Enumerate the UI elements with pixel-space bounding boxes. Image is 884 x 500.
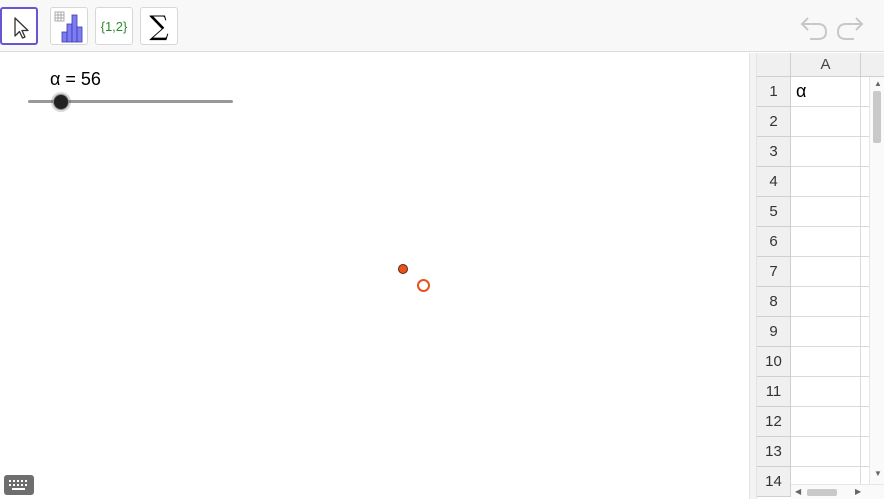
view-splitter[interactable] <box>749 53 757 499</box>
graphics-view[interactable]: α = 56 <box>0 53 749 499</box>
spreadsheet-view: A 1 α 2 3 4 5 6 7 8 9 10 11 12 13 14 ▲ ▼ ◀ ▶ <box>757 53 884 499</box>
scroll-right-icon[interactable]: ▶ <box>855 488 861 496</box>
row-header[interactable]: 9 <box>757 317 791 347</box>
row-header[interactable]: 14 <box>757 467 791 497</box>
row-header[interactable]: 5 <box>757 197 791 227</box>
row-header[interactable]: 13 <box>757 437 791 467</box>
row-header[interactable]: 1 <box>757 77 791 107</box>
cell-a9[interactable] <box>791 317 861 347</box>
scroll-left-icon[interactable]: ◀ <box>795 488 801 496</box>
point-open[interactable] <box>417 279 430 292</box>
row-header[interactable]: 10 <box>757 347 791 377</box>
cell-overflow <box>861 407 869 437</box>
scroll-down-icon[interactable]: ▼ <box>874 470 882 478</box>
cursor-arrow-icon <box>14 17 29 39</box>
row-header[interactable]: 4 <box>757 167 791 197</box>
analysis-tool-button[interactable] <box>50 7 88 45</box>
row-header[interactable]: 3 <box>757 137 791 167</box>
cell-a11[interactable] <box>791 377 861 407</box>
cell-a4[interactable] <box>791 167 861 197</box>
row-header[interactable]: 6 <box>757 227 791 257</box>
cell-a3[interactable] <box>791 137 861 167</box>
corner-header <box>757 53 791 77</box>
cell-overflow <box>861 257 869 287</box>
sigma-icon: ∑ <box>149 10 169 42</box>
redo-icon[interactable] <box>834 12 866 40</box>
cell-a1[interactable]: α <box>791 77 861 107</box>
keyboard-icon[interactable] <box>4 475 34 495</box>
bar-chart-icon <box>54 11 83 43</box>
vertical-scroll-thumb[interactable] <box>873 91 881 143</box>
cell-a6[interactable] <box>791 227 861 257</box>
cell-a2[interactable] <box>791 107 861 137</box>
row-header[interactable]: 12 <box>757 407 791 437</box>
row-header[interactable]: 7 <box>757 257 791 287</box>
point-filled[interactable] <box>398 264 408 274</box>
slider-knob[interactable] <box>53 94 69 110</box>
cell-overflow <box>861 197 869 227</box>
cell-overflow <box>861 317 869 347</box>
cell-a10[interactable] <box>791 347 861 377</box>
toolbar: {1,2} ∑ <box>0 0 884 52</box>
list-icon: {1,2} <box>100 18 128 34</box>
column-header-a[interactable]: A <box>791 53 861 77</box>
cell-overflow <box>861 227 869 257</box>
row-header[interactable]: 2 <box>757 107 791 137</box>
slider-label: α = 56 <box>50 69 101 89</box>
list-tool-button[interactable]: {1,2} <box>95 7 133 45</box>
cell-overflow <box>861 77 869 107</box>
sum-tool-button[interactable]: ∑ <box>140 7 178 45</box>
cell-a13[interactable] <box>791 437 861 467</box>
cell-overflow <box>861 167 869 197</box>
cell-overflow <box>861 437 869 467</box>
cell-a5[interactable] <box>791 197 861 227</box>
cell-overflow <box>861 287 869 317</box>
cell-a8[interactable] <box>791 287 861 317</box>
row-header[interactable]: 8 <box>757 287 791 317</box>
row-header[interactable]: 11 <box>757 377 791 407</box>
cell-overflow <box>861 377 869 407</box>
cell-overflow <box>861 107 869 137</box>
vertical-scrollbar[interactable]: ▲ ▼ <box>869 77 884 484</box>
undo-icon[interactable] <box>798 12 830 40</box>
cell-a12[interactable] <box>791 407 861 437</box>
horizontal-scroll-thumb[interactable] <box>807 489 837 496</box>
scroll-up-icon[interactable]: ▲ <box>874 80 882 88</box>
cell-overflow <box>861 137 869 167</box>
horizontal-scrollbar[interactable]: ◀ ▶ <box>791 484 884 499</box>
cell-a7[interactable] <box>791 257 861 287</box>
column-header-extra <box>861 53 884 77</box>
move-tool-button[interactable] <box>0 7 38 45</box>
cell-overflow <box>861 347 869 377</box>
